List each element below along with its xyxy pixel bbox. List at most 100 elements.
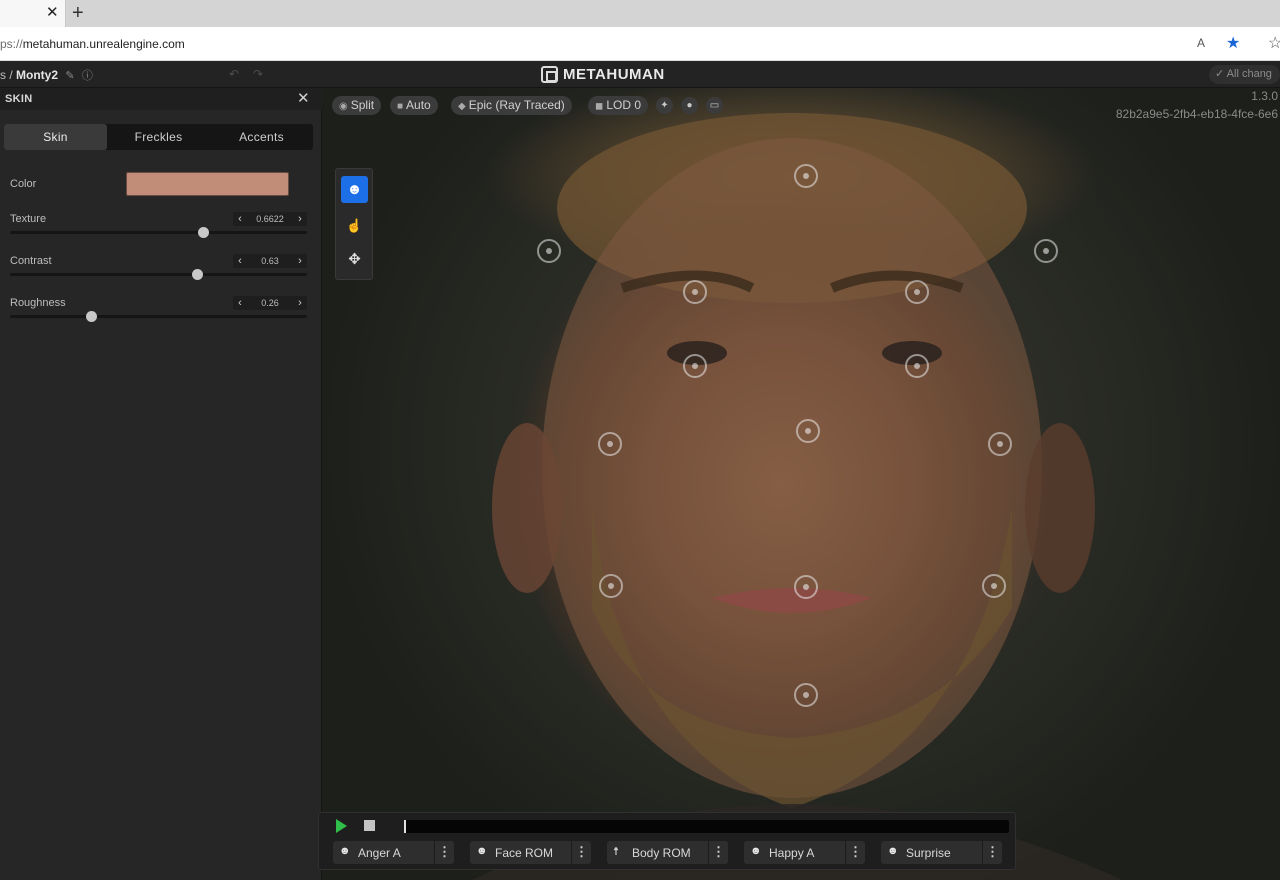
move-icon[interactable]: ✥ [341, 246, 368, 273]
breadcrumb-parent[interactable]: s / [0, 68, 13, 82]
skin-color-swatch[interactable] [126, 172, 289, 196]
roughness-value[interactable]: 0.26 [261, 298, 279, 308]
sculpt-marker[interactable] [905, 354, 929, 378]
sculpt-marker[interactable] [905, 280, 929, 304]
sculpt-marker[interactable] [796, 419, 820, 443]
quality-button[interactable]: ◆ Epic (Ray Traced) [451, 96, 572, 115]
roughness-label: Roughness [10, 297, 66, 309]
version-label: 1.3.0 [1251, 89, 1278, 103]
chevron-left-icon[interactable]: ‹ [233, 212, 247, 226]
color-label: Color [10, 178, 37, 190]
chevron-right-icon[interactable]: › [293, 254, 307, 268]
address-bar[interactable]: ps://metahuman.unrealengine.com A ★ ☆ [0, 27, 1280, 61]
running-figure-icon: ☨ [613, 846, 619, 858]
animation-label: Surprise [906, 846, 951, 860]
sculpt-marker[interactable] [537, 239, 561, 263]
animation-body-rom[interactable]: ☨ Body ROM ⋮ [607, 841, 728, 864]
texture-label: Texture [10, 213, 47, 225]
read-aloud-icon[interactable]: A [1197, 36, 1205, 50]
tab-freckles[interactable]: Freckles [107, 124, 210, 150]
animation-label: Happy A [769, 846, 815, 860]
new-tab-icon[interactable]: + [72, 2, 84, 24]
contrast-slider-thumb[interactable] [191, 269, 203, 280]
tab-accents[interactable]: Accents [210, 124, 313, 150]
more-options-icon[interactable]: ⋮ [571, 841, 591, 864]
breadcrumb: s / Monty2 ✎ ⓘ [0, 67, 93, 83]
face-icon: ☻ [339, 845, 351, 857]
timeline-scrubber[interactable] [404, 820, 1009, 833]
animation-anger-a[interactable]: ☻ Anger A ⋮ [333, 841, 454, 864]
tab-skin[interactable]: Skin [4, 124, 107, 150]
undo-icon[interactable]: ↶ [229, 67, 239, 81]
contrast-stepper: ‹ 0.63 › [233, 254, 307, 268]
more-options-icon[interactable]: ⋮ [845, 841, 865, 864]
redo-icon[interactable]: ↷ [253, 67, 263, 81]
favorites-icon[interactable]: ☆ [1268, 33, 1280, 53]
animation-face-rom[interactable]: ☻ Face ROM ⋮ [470, 841, 591, 864]
texture-stepper: ‹ 0.6622 › [233, 212, 307, 226]
chevron-left-icon[interactable]: ‹ [233, 296, 247, 310]
contrast-value[interactable]: 0.63 [261, 256, 279, 266]
split-button[interactable]: ◉ Split [332, 96, 382, 115]
play-icon[interactable] [336, 819, 347, 833]
lod-button[interactable]: ◼ LOD 0 [588, 96, 648, 115]
camera-settings-icon[interactable]: ▭ [706, 97, 723, 114]
animation-happy-a[interactable]: ☻ Happy A ⋮ [744, 841, 865, 864]
face-icon: ☻ [887, 845, 899, 857]
metahuman-logo: METAHUMAN [541, 64, 665, 84]
lod-label: LOD 0 [606, 98, 641, 112]
sculpt-marker[interactable] [794, 575, 818, 599]
sculpt-marker[interactable] [683, 354, 707, 378]
browser-tab-strip: ✕ + [0, 0, 1280, 27]
url-host: metahuman.unrealengine.com [22, 37, 185, 51]
panel-title: SKIN [5, 93, 33, 105]
texture-slider[interactable] [10, 227, 307, 238]
browser-tab[interactable]: ✕ [0, 0, 66, 27]
url-text[interactable]: ps://metahuman.unrealengine.com [0, 37, 185, 51]
sculpt-marker[interactable] [683, 280, 707, 304]
diamond-icon: ◆ [458, 101, 466, 112]
camera-auto-button[interactable]: ■ Auto [390, 96, 438, 115]
face-icon: ☻ [476, 845, 488, 857]
stop-icon[interactable] [364, 820, 375, 831]
viewport[interactable]: ◉ Split ■ Auto ◆ Epic (Ray Traced) ◼ LOD 0 ✦… [322, 88, 1280, 880]
favorite-star-icon[interactable]: ★ [1226, 33, 1240, 53]
roughness-slider[interactable] [10, 311, 307, 322]
more-options-icon[interactable]: ⋮ [982, 841, 1002, 864]
contrast-label: Contrast [10, 255, 52, 267]
skin-tabs: Skin Freckles Accents [4, 124, 313, 150]
edit-icon[interactable]: ✎ [65, 70, 74, 82]
animation-timeline: ☻ Anger A ⋮ ☻ Face ROM ⋮ ☨ Body ROM ⋮ ☻ … [318, 812, 1016, 870]
sphere-icon[interactable]: ● [681, 97, 698, 114]
app-header: s / Monty2 ✎ ⓘ ↶ ↷ METAHUMAN ✓ All chang [0, 61, 1280, 88]
sculpt-hand-icon[interactable]: ☝ [341, 212, 368, 239]
sculpt-marker[interactable] [1034, 239, 1058, 263]
playhead[interactable] [404, 820, 406, 833]
help-icon[interactable]: ⓘ [82, 70, 93, 82]
chevron-right-icon[interactable]: › [293, 296, 307, 310]
animation-label: Face ROM [495, 846, 554, 860]
close-icon[interactable]: ✕ [297, 89, 310, 107]
chevron-left-icon[interactable]: ‹ [233, 254, 247, 268]
more-options-icon[interactable]: ⋮ [708, 841, 728, 864]
more-options-icon[interactable]: ⋮ [434, 841, 454, 864]
roughness-slider-thumb[interactable] [86, 311, 98, 322]
animation-surprise[interactable]: ☻ Surprise ⋮ [881, 841, 1002, 864]
lightbulb-icon: ◉ [339, 101, 348, 112]
sculpt-marker[interactable] [794, 164, 818, 188]
sculpt-marker[interactable] [599, 574, 623, 598]
chevron-right-icon[interactable]: › [293, 212, 307, 226]
sculpt-marker[interactable] [988, 432, 1012, 456]
url-scheme: ps:// [0, 37, 23, 51]
texture-slider-thumb[interactable] [198, 227, 210, 238]
sculpt-marker[interactable] [794, 683, 818, 707]
face-select-icon[interactable]: ☻ [341, 176, 368, 203]
camera-icon: ■ [397, 101, 404, 112]
contrast-slider[interactable] [10, 269, 307, 280]
texture-value[interactable]: 0.6622 [256, 214, 284, 224]
render-mode-icon[interactable]: ✦ [656, 97, 673, 114]
sculpt-marker[interactable] [982, 574, 1006, 598]
cube-icon: ◼ [595, 101, 604, 112]
tab-close-icon[interactable]: ✕ [46, 4, 59, 22]
sculpt-marker[interactable] [598, 432, 622, 456]
